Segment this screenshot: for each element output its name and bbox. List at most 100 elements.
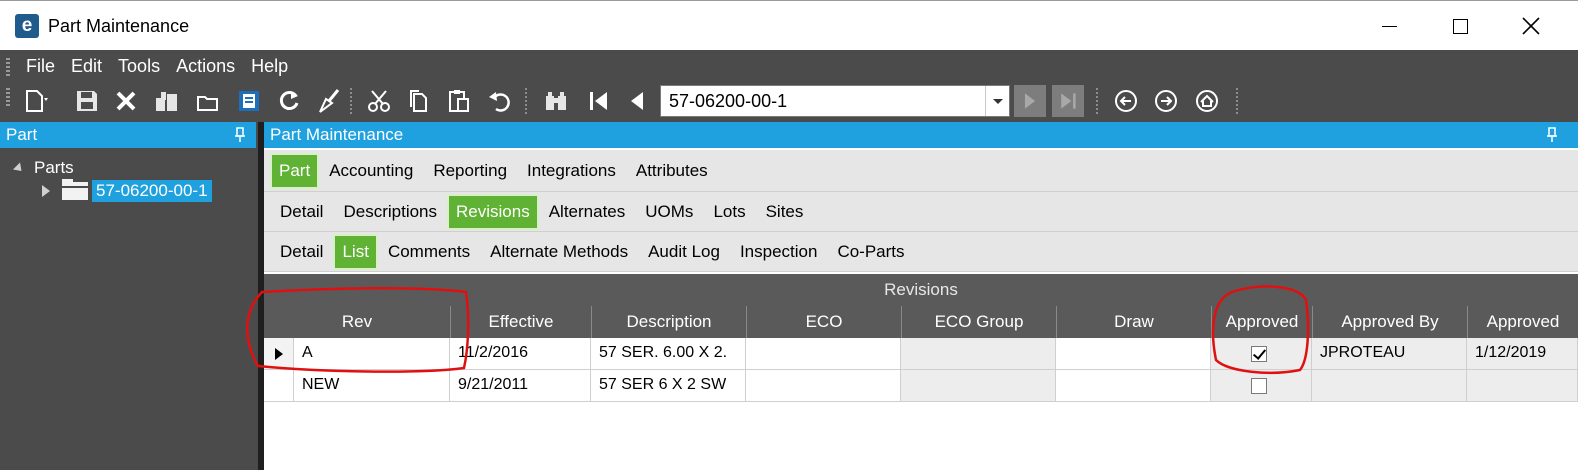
part-number-input[interactable] (661, 86, 987, 116)
back-button[interactable] (1111, 86, 1141, 116)
cell-description[interactable]: 57 SER. 6.00 X 2. (591, 338, 746, 370)
tab-alternates[interactable]: Alternates (539, 197, 636, 227)
tab-co-parts[interactable]: Co-Parts (827, 237, 914, 267)
undo-icon (489, 92, 510, 112)
tab-revisions[interactable]: Revisions (447, 193, 539, 230)
approved-checkbox[interactable] (1251, 378, 1267, 394)
folder-icon (62, 179, 88, 200)
tab-list[interactable]: List (333, 233, 378, 270)
table-row[interactable]: NEW 9/21/2011 57 SER 6 X 2 SW (264, 370, 1578, 402)
tab-part[interactable]: Part (270, 152, 320, 189)
toolbar-separator (525, 88, 527, 114)
cell-eco[interactable] (746, 338, 901, 370)
back-icon (1115, 90, 1137, 112)
column-header-effective[interactable]: Effective (450, 306, 591, 338)
cut-button[interactable] (364, 86, 394, 116)
clear-button[interactable] (193, 86, 223, 116)
home-button[interactable] (1192, 86, 1222, 116)
tab-alternate-methods[interactable]: Alternate Methods (480, 237, 638, 267)
cell-effective[interactable]: 11/2/2016 (450, 338, 591, 370)
column-header-eco-group[interactable]: ECO Group (901, 306, 1056, 338)
new-button[interactable] (20, 86, 50, 116)
undo-button[interactable] (485, 86, 515, 116)
column-header-approved[interactable]: Approved (1211, 306, 1312, 338)
next-record-button[interactable] (1014, 85, 1046, 117)
first-record-button[interactable] (584, 86, 614, 116)
cell-eco[interactable] (746, 370, 901, 402)
tree-root-parts[interactable]: Parts (12, 158, 74, 178)
menu-tools[interactable]: Tools (110, 50, 168, 82)
tab-inspection[interactable]: Inspection (730, 237, 828, 267)
cell-approved-by[interactable]: JPROTEAU (1312, 338, 1467, 370)
maximize-button[interactable] (1437, 9, 1483, 43)
refresh-button[interactable] (274, 86, 304, 116)
collapse-arrow-icon[interactable] (12, 161, 26, 175)
tab-reporting[interactable]: Reporting (423, 156, 517, 186)
search-button[interactable] (541, 86, 571, 116)
tree-node-label[interactable]: 57-06200-00-1 (92, 180, 212, 202)
part-panel-header: Part (0, 122, 256, 148)
save-button[interactable] (72, 86, 102, 116)
column-header-description[interactable]: Description (591, 306, 746, 338)
clean-button[interactable] (314, 86, 344, 116)
cell-draw[interactable] (1056, 370, 1211, 402)
menu-actions[interactable]: Actions (168, 50, 243, 82)
pin-icon[interactable] (234, 127, 246, 143)
close-button[interactable] (1508, 9, 1554, 43)
tab-integrations[interactable]: Integrations (517, 156, 626, 186)
tab-audit-log[interactable]: Audit Log (638, 237, 730, 267)
delete-button[interactable] (111, 86, 141, 116)
column-header-eco[interactable]: ECO (746, 306, 901, 338)
row-selector[interactable] (264, 338, 294, 370)
paste-button[interactable] (444, 86, 474, 116)
approved-checkbox[interactable] (1251, 346, 1267, 362)
column-header-draw[interactable]: Draw (1056, 306, 1211, 338)
cell-eco-group[interactable] (901, 338, 1056, 370)
toolbar-separator (1096, 88, 1098, 114)
tab-comments[interactable]: Comments (378, 237, 480, 267)
tab-sites[interactable]: Sites (756, 197, 814, 227)
menu-edit[interactable]: Edit (63, 50, 110, 82)
tab-lots[interactable]: Lots (703, 197, 755, 227)
attach-button[interactable] (152, 86, 182, 116)
print-button[interactable] (234, 86, 264, 116)
row-selector[interactable] (264, 370, 294, 402)
last-record-button[interactable] (1052, 85, 1084, 117)
menu-help[interactable]: Help (243, 50, 296, 82)
cell-rev[interactable]: A (294, 338, 450, 370)
toolbar-grip[interactable] (6, 88, 10, 106)
part-panel-title: Part (6, 125, 38, 144)
cell-rev[interactable]: NEW (294, 370, 450, 402)
cell-effective[interactable]: 9/21/2011 (450, 370, 591, 402)
combo-dropdown-button[interactable] (985, 86, 1009, 116)
refresh-icon (279, 91, 299, 110)
cell-eco-group[interactable] (901, 370, 1056, 402)
part-number-combo[interactable] (660, 85, 1010, 117)
forward-button[interactable] (1151, 86, 1181, 116)
tab-descriptions[interactable]: Descriptions (333, 197, 447, 227)
copy-button[interactable] (404, 86, 434, 116)
toolbar-separator (350, 88, 352, 114)
column-header-rev[interactable]: Rev (264, 306, 450, 338)
table-row[interactable]: A 11/2/2016 57 SER. 6.00 X 2. JPROTEAU 1… (264, 338, 1578, 370)
cell-description[interactable]: 57 SER 6 X 2 SW (591, 370, 746, 402)
column-header-approved-date[interactable]: Approved (1467, 306, 1578, 338)
tab-accounting[interactable]: Accounting (319, 156, 423, 186)
cell-approved-by[interactable] (1312, 370, 1467, 402)
tab-revision-detail[interactable]: Detail (270, 237, 333, 267)
expand-arrow-icon[interactable] (42, 185, 50, 197)
tab-attributes[interactable]: Attributes (626, 156, 718, 186)
cell-approved-date[interactable] (1467, 370, 1578, 402)
tree-node-part[interactable]: 57-06200-00-1 (42, 179, 212, 202)
maximize-icon (1452, 18, 1468, 34)
tab-uoms[interactable]: UOMs (635, 197, 703, 227)
cell-approved-date[interactable]: 1/12/2019 (1467, 338, 1578, 370)
menu-file[interactable]: File (18, 50, 63, 82)
pin-icon[interactable] (1546, 127, 1558, 143)
minimize-button[interactable] (1366, 9, 1412, 43)
previous-record-button[interactable] (622, 86, 652, 116)
column-header-approved-by[interactable]: Approved By (1312, 306, 1467, 338)
cell-draw[interactable] (1056, 338, 1211, 370)
tab-detail[interactable]: Detail (270, 197, 333, 227)
save-icon (77, 91, 97, 111)
